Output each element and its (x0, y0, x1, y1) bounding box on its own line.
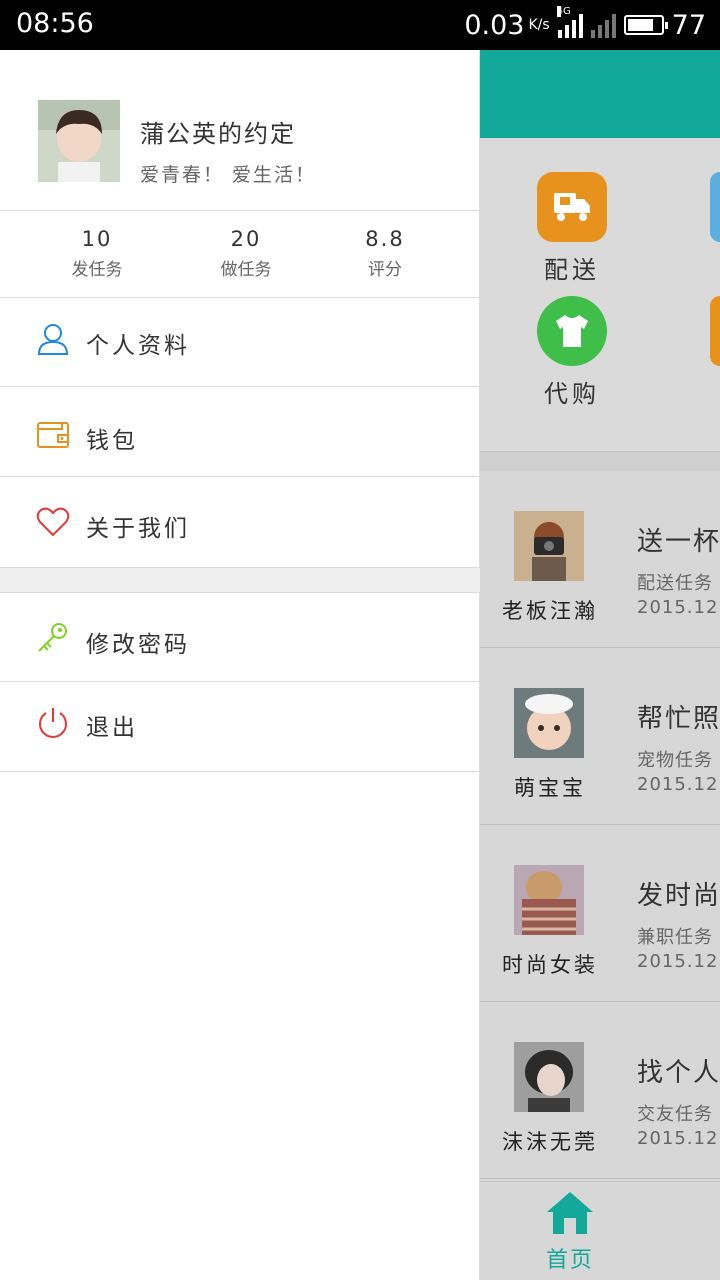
profile-motto: 爱青春！ 爱生活！ (140, 164, 317, 186)
stat-published-tasks[interactable]: 10 发任务 (37, 227, 157, 280)
menu-item-label: 个人资料 (86, 333, 190, 359)
profile-name: 蒲公英的约定 (140, 120, 296, 148)
category-tile-edge (710, 172, 720, 242)
task-date: 2015.12. (637, 951, 720, 972)
task-user: 老板汪瀚 (502, 599, 598, 623)
task-list: 老板汪瀚 送一杯 配送任务 2015.12. 萌宝宝 帮忙照 宠物任务 2015… (480, 471, 720, 1179)
category-delivery[interactable]: 配送 (517, 172, 627, 285)
avatar (514, 511, 584, 581)
stat-done-tasks[interactable]: 20 做任务 (186, 227, 306, 280)
menu-item-label: 退出 (86, 715, 138, 741)
category-shopping[interactable]: 代购 (517, 296, 627, 409)
menu-item-label: 修改密码 (86, 632, 190, 658)
main-toolbar (480, 50, 720, 138)
task-date: 2015.12. (637, 597, 720, 618)
task-title: 帮忙照 (637, 704, 720, 734)
stat-label: 评分 (368, 260, 402, 280)
power-icon (39, 708, 67, 738)
avatar (514, 865, 584, 935)
task-title: 发时尚 (637, 881, 720, 911)
task-user: 萌宝宝 (514, 776, 586, 800)
main-screen: 配送 代购 老板汪瀚 送一杯 配送任务 2015.12. 萌宝宝 帮忙照 宠物任… (480, 50, 720, 1280)
stat-label: 发任务 (71, 260, 123, 280)
tab-home[interactable]: 首页 (542, 1190, 598, 1274)
menu-item-label: 关于我们 (86, 516, 190, 542)
signal-sim2-icon (590, 12, 616, 38)
avatar (38, 100, 120, 182)
stat-value: 8.8 (365, 227, 405, 251)
home-icon (547, 1192, 593, 1234)
network-type: 4G (556, 6, 571, 17)
menu-item-about[interactable]: 关于我们 (0, 477, 480, 568)
network-speed-unit: K/s (528, 17, 550, 33)
menu-item-label: 钱包 (86, 428, 138, 454)
category-tile-edge (710, 296, 720, 366)
section-divider (480, 451, 720, 472)
stats-bar: 10 发任务 20 做任务 8.8 评分 (0, 211, 480, 298)
menu-item-logout[interactable]: 退出 (0, 682, 480, 772)
menu-item-profile[interactable]: 个人资料 (0, 298, 480, 387)
network-speed: 0.03 (464, 9, 525, 41)
avatar (514, 688, 584, 758)
menu-item-wallet[interactable]: 钱包 (0, 387, 480, 477)
task-date: 2015.12. (637, 1128, 720, 1149)
status-bar: 08:56 0.03 K/s 4G 77 (0, 0, 720, 50)
status-icons: 0.03 K/s 4G 77 (464, 6, 706, 42)
status-time: 08:56 (16, 8, 94, 39)
wallet-icon (37, 422, 69, 448)
stat-value: 20 (230, 227, 262, 251)
task-row[interactable]: 老板汪瀚 送一杯 配送任务 2015.12. (480, 471, 720, 648)
menu-item-change-password[interactable]: 修改密码 (0, 593, 480, 682)
person-icon (37, 324, 69, 355)
menu-divider (0, 568, 480, 593)
task-row[interactable]: 时尚女装 发时尚 兼职任务 2015.12. (480, 825, 720, 1002)
task-title: 送一杯 (637, 527, 720, 557)
navigation-drawer: 蒲公英的约定 爱青春！ 爱生活！ 10 发任务 20 做任务 8.8 评分 个人… (0, 50, 480, 1280)
task-date: 2015.12. (637, 774, 720, 795)
heart-icon (36, 507, 70, 537)
task-type: 配送任务 (637, 573, 713, 594)
category-label: 配送 (544, 256, 600, 284)
bottom-nav: 首页 (480, 1181, 720, 1280)
battery-level: 77 (671, 9, 706, 41)
stat-label: 做任务 (220, 260, 272, 280)
task-type: 交友任务 (637, 1104, 713, 1125)
task-type: 兼职任务 (637, 927, 713, 948)
category-label: 代购 (544, 380, 600, 408)
avatar (514, 1042, 584, 1112)
signal-4g-icon: 4G (556, 6, 583, 38)
delivery-truck-icon (537, 172, 607, 242)
key-icon (38, 623, 67, 652)
stat-value: 10 (81, 227, 113, 251)
task-row[interactable]: 沫沫无莞 找个人 交友任务 2015.12. (480, 1002, 720, 1179)
stat-rating[interactable]: 8.8 评分 (325, 227, 445, 280)
profile-header[interactable]: 蒲公英的约定 爱青春！ 爱生活！ (0, 50, 480, 211)
tshirt-icon (537, 296, 607, 366)
task-row[interactable]: 萌宝宝 帮忙照 宠物任务 2015.12. (480, 648, 720, 825)
tab-home-label: 首页 (545, 1248, 594, 1273)
task-user: 时尚女装 (502, 953, 598, 977)
task-user: 沫沫无莞 (502, 1130, 598, 1154)
category-grid: 配送 代购 (480, 138, 720, 451)
task-title: 找个人 (637, 1058, 720, 1088)
task-type: 宠物任务 (637, 750, 713, 771)
battery-icon (623, 15, 668, 35)
